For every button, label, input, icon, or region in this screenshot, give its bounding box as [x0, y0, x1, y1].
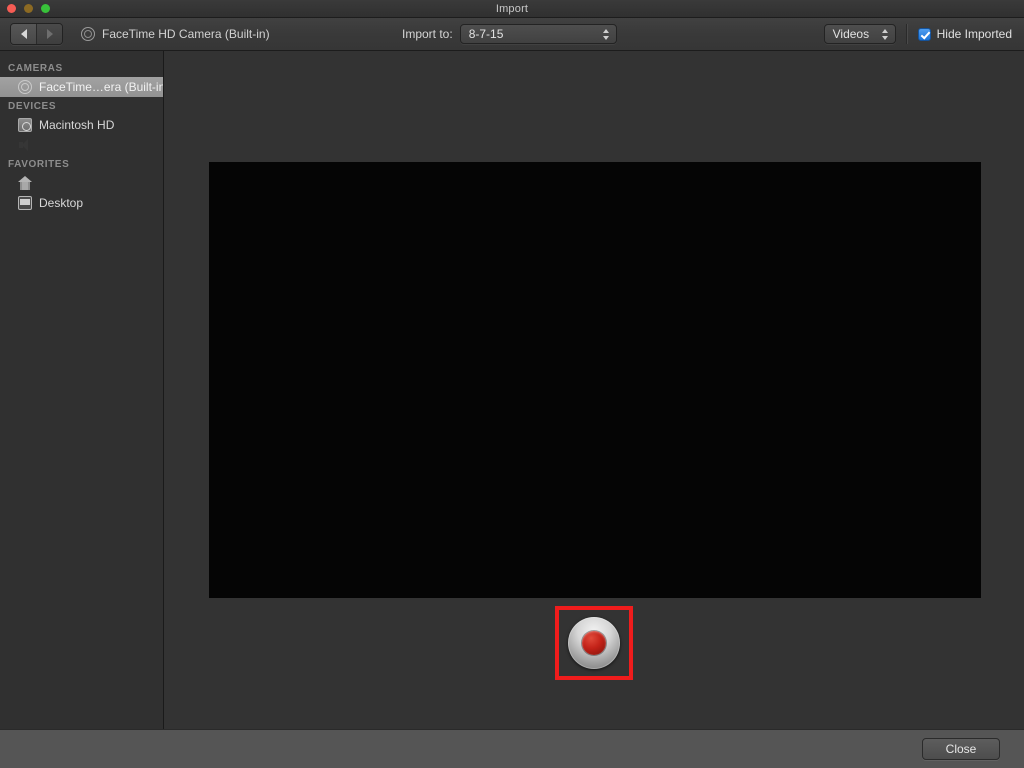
- current-camera-label: FaceTime HD Camera (Built-in): [102, 27, 270, 41]
- window-controls: [7, 4, 50, 13]
- camera-icon: [18, 80, 32, 94]
- import-to-value: 8-7-15: [461, 27, 599, 41]
- hide-imported-checkbox-row[interactable]: Hide Imported: [918, 27, 1012, 41]
- toolbar-right-group: Videos Hide Imported: [824, 24, 1012, 44]
- minimize-window-button[interactable]: [24, 4, 33, 13]
- triangle-right-icon: [47, 29, 53, 39]
- sidebar-group-header-cameras: CAMERAS: [0, 59, 163, 77]
- hide-imported-checkbox[interactable]: [918, 28, 931, 41]
- home-icon: [18, 176, 32, 190]
- media-filter-select[interactable]: Videos: [824, 24, 896, 44]
- zoom-window-button[interactable]: [41, 4, 50, 13]
- window-title: Import: [496, 3, 528, 15]
- sidebar-item-label: Macintosh HD: [39, 118, 114, 132]
- toolbar: FaceTime HD Camera (Built-in) Import to:…: [0, 18, 1024, 51]
- stepper-icon: [599, 29, 616, 40]
- sidebar-item-facetime-camera[interactable]: FaceTime…era (Built-in): [0, 77, 163, 97]
- sidebar-item-label: Desktop: [39, 196, 83, 210]
- harddisk-icon: [18, 118, 32, 132]
- sidebar-item-hidden-device[interactable]: [0, 135, 163, 155]
- toolbar-divider: [906, 24, 908, 44]
- sidebar: CAMERAS FaceTime…era (Built-in) DEVICES …: [0, 51, 164, 729]
- sidebar-item-macintosh-hd[interactable]: Macintosh HD: [0, 115, 163, 135]
- content-area: [164, 51, 1024, 729]
- import-to-group: Import to: 8-7-15: [402, 24, 617, 44]
- import-to-select[interactable]: 8-7-15: [460, 24, 617, 44]
- sidebar-item-label: FaceTime…era (Built-in): [39, 80, 164, 94]
- record-button-annotation: [555, 606, 633, 680]
- sidebar-item-home[interactable]: [0, 173, 163, 193]
- camera-icon: [81, 27, 95, 41]
- hide-imported-label: Hide Imported: [937, 27, 1012, 41]
- record-dot-icon: [582, 631, 606, 655]
- navigation-segmented-control[interactable]: [10, 23, 63, 45]
- back-button[interactable]: [11, 24, 36, 44]
- close-window-button[interactable]: [7, 4, 16, 13]
- camera-preview: [209, 162, 981, 598]
- window-titlebar: Import: [0, 0, 1024, 18]
- import-window: Import FaceTime HD Camera (Built-in) Imp…: [0, 0, 1024, 768]
- sidebar-item-desktop[interactable]: Desktop: [0, 193, 163, 213]
- import-to-label: Import to:: [402, 27, 453, 41]
- window-body: CAMERAS FaceTime…era (Built-in) DEVICES …: [0, 51, 1024, 729]
- triangle-left-icon: [21, 29, 27, 39]
- sidebar-group-header-devices: DEVICES: [0, 97, 163, 115]
- desktop-icon: [18, 196, 32, 210]
- speaker-icon: [18, 138, 32, 152]
- media-filter-value: Videos: [825, 27, 878, 41]
- stepper-icon: [878, 29, 895, 40]
- current-camera: FaceTime HD Camera (Built-in): [81, 27, 270, 41]
- forward-button[interactable]: [36, 24, 62, 44]
- record-button[interactable]: [568, 617, 620, 669]
- close-button[interactable]: Close: [922, 738, 1000, 760]
- footer-bar: Close: [0, 729, 1024, 768]
- sidebar-group-header-favorites: FAVORITES: [0, 155, 163, 173]
